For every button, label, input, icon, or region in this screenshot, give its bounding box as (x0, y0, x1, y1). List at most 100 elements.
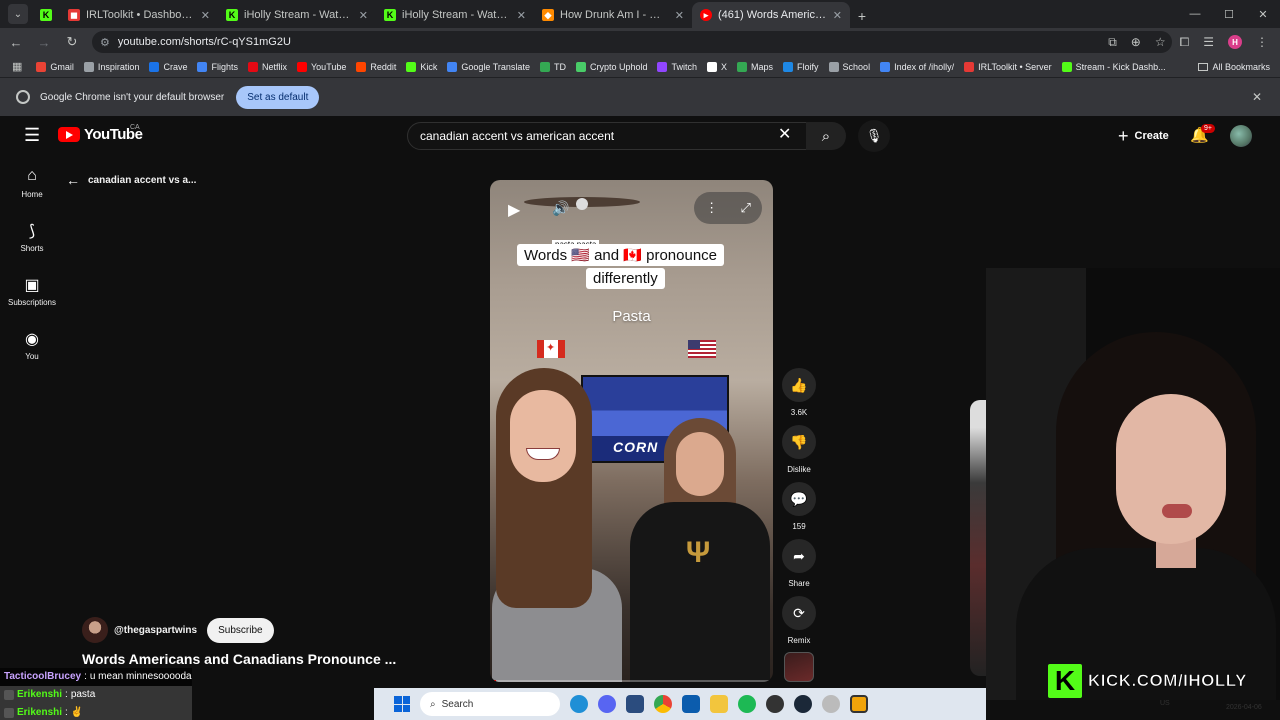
bookmark-item[interactable]: X (707, 61, 727, 72)
bookmark-item[interactable]: Twitch (657, 61, 697, 72)
bookmark-item[interactable]: Kick (406, 61, 437, 72)
you-icon: ◉ (25, 331, 39, 348)
comments-button[interactable]: 💬 (782, 482, 816, 516)
reload-icon[interactable]: ↻ (60, 30, 84, 54)
steam-icon[interactable] (794, 695, 812, 713)
bookmark-star-icon[interactable]: ☆ (1155, 35, 1166, 49)
bookmark-item[interactable]: Gmail (36, 61, 74, 72)
bookmark-item[interactable]: YouTube (297, 61, 346, 72)
close-icon[interactable]: ✕ (1252, 90, 1262, 104)
close-icon[interactable]: ✕ (675, 9, 684, 22)
bookmark-item[interactable]: Netflix (247, 61, 287, 72)
avatar[interactable] (1230, 125, 1252, 147)
bookmark-item[interactable]: School (828, 61, 870, 72)
close-icon[interactable]: ✕ (517, 9, 526, 22)
bookmark-item[interactable]: Stream - Kick Dashb... (1061, 61, 1166, 72)
bookmark-item[interactable]: Floify (783, 61, 819, 72)
back-icon[interactable]: ← (4, 30, 28, 54)
close-icon[interactable]: ✕ (201, 9, 210, 22)
address-bar[interactable]: ⚙ youtube.com/shorts/rC-qYS1mG2U (92, 31, 1172, 53)
chrome-menu-icon[interactable]: ⋮ (1256, 35, 1268, 49)
tab-search-icon[interactable]: ⌄ (8, 4, 28, 24)
default-browser-infobar: Google Chrome isn't your default browser… (0, 78, 1280, 116)
obs-icon[interactable] (766, 695, 784, 713)
shorts-video-player[interactable]: ▶ 🔊 ⋮ ⤢ CORN Ψ pasta pasta Words 🇺🇸 and … (490, 180, 773, 682)
fullscreen-icon[interactable]: ⤢ (740, 200, 750, 216)
tab-youtube-active[interactable]: ▸ (461) Words Americans and Ca ✕ (692, 2, 850, 28)
bookmark-label: Twitch (671, 61, 697, 72)
chrome-icon[interactable] (654, 695, 672, 713)
tab-iholly-1[interactable]: K iHolly Stream - Watch Live on K ✕ (218, 2, 376, 28)
dislike-button[interactable]: 👎 (782, 425, 816, 459)
video-progress-bar[interactable] (490, 680, 773, 682)
channel-handle[interactable]: @thegaspartwins (114, 625, 197, 636)
all-bookmarks[interactable]: All Bookmarks (1198, 62, 1270, 72)
close-icon[interactable]: ✕ (833, 9, 842, 22)
bookmark-item[interactable]: Crave (149, 61, 187, 72)
taskbar-search[interactable]: ⌕ Search (420, 692, 560, 716)
forward-icon[interactable]: → (32, 30, 56, 54)
more-options-icon[interactable]: ⋮ (705, 200, 718, 216)
windows-start-icon[interactable] (394, 696, 410, 712)
share-button[interactable]: ➦ (782, 539, 816, 573)
create-button[interactable]: + Create (1108, 122, 1179, 150)
subscribe-button[interactable]: Subscribe (207, 617, 274, 643)
sidebar-item-home[interactable]: ⌂ Home (0, 156, 64, 210)
maximize-icon[interactable]: ☐ (1212, 0, 1246, 28)
tab-iholly-2[interactable]: K iHolly Stream - Watch Live on K ✕ (376, 2, 534, 28)
clear-search-icon[interactable]: ✕ (778, 124, 791, 144)
close-icon[interactable]: ✕ (359, 9, 368, 22)
search-button[interactable]: ⌕ (806, 122, 846, 150)
remix-button[interactable]: ⟳ (782, 596, 816, 630)
tab-pinned-kick[interactable]: K (32, 2, 60, 28)
new-tab-button[interactable]: + (850, 8, 874, 24)
bookmark-item[interactable]: Maps (737, 61, 773, 72)
tab-quiz[interactable]: ◆ How Drunk Am I - Quiz: Am I D ✕ (534, 2, 692, 28)
sidebar-item-subscriptions[interactable]: ▣ Subscriptions (0, 264, 64, 318)
zoom-icon[interactable]: ⊕ (1131, 35, 1141, 49)
install-app-icon[interactable]: ⧉ (1108, 35, 1117, 50)
profile-avatar[interactable]: H (1228, 35, 1242, 49)
bookmark-item[interactable]: IRLToolkit • Server (964, 61, 1052, 72)
spotify-icon[interactable] (738, 695, 756, 713)
reading-list-icon[interactable]: ☰ (1203, 35, 1214, 49)
like-button[interactable]: 👍 (782, 368, 816, 402)
window-controls: — ☐ ✕ (1178, 0, 1280, 28)
bookmark-item[interactable]: Index of /iholly/ (880, 61, 954, 72)
bookmark-item[interactable]: Flights (197, 61, 238, 72)
channel-avatar[interactable] (82, 617, 108, 643)
discord-icon[interactable] (598, 695, 616, 713)
search-input[interactable]: canadian accent vs american accent (407, 122, 807, 150)
sidebar-item-you[interactable]: ◉ You (0, 318, 64, 372)
extensions-icon[interactable]: ⧠ (1180, 35, 1190, 50)
keyboard-layout[interactable]: US (1160, 700, 1170, 707)
app-icon-3[interactable] (850, 695, 868, 713)
bookmark-item[interactable]: Crypto Uphold (575, 61, 647, 72)
bookmark-item[interactable]: Reddit (356, 61, 396, 72)
sound-thumbnail[interactable] (784, 652, 814, 682)
voice-search-button[interactable]: 🎙 (858, 120, 890, 152)
bookmark-item[interactable]: Inspiration (83, 61, 139, 72)
app-icon[interactable] (682, 695, 700, 713)
play-icon[interactable]: ▶ (508, 200, 520, 220)
volume-icon[interactable]: 🔊 (552, 200, 569, 217)
tab-irltoolkit[interactable]: ◼ IRLToolkit • Dashboard ✕ (60, 2, 218, 28)
bookmark-item[interactable]: Google Translate (447, 61, 530, 72)
bookmark-item[interactable]: TD (539, 61, 566, 72)
explorer-icon[interactable] (710, 695, 728, 713)
clock-date[interactable]: 2026-04-06 (1226, 704, 1262, 711)
set-default-button[interactable]: Set as default (236, 85, 320, 109)
minimize-icon[interactable]: — (1178, 0, 1212, 28)
app-icon-2[interactable] (822, 695, 840, 713)
store-icon[interactable] (626, 695, 644, 713)
edge-icon[interactable] (570, 695, 588, 713)
video-title[interactable]: Words Americans and Canadians Pronounce … (82, 651, 396, 667)
back-to-search[interactable]: ← canadian accent vs a... (66, 172, 196, 188)
close-window-icon[interactable]: ✕ (1246, 0, 1280, 28)
youtube-play-icon (58, 127, 80, 142)
irltoolkit-icon: ◼ (68, 9, 80, 21)
menu-icon[interactable]: ☰ (24, 126, 42, 144)
apps-grid-icon[interactable]: ▦ (12, 60, 22, 73)
sidebar-item-shorts[interactable]: ⟆ Shorts (0, 210, 64, 264)
site-info-icon[interactable]: ⚙ (100, 36, 110, 49)
